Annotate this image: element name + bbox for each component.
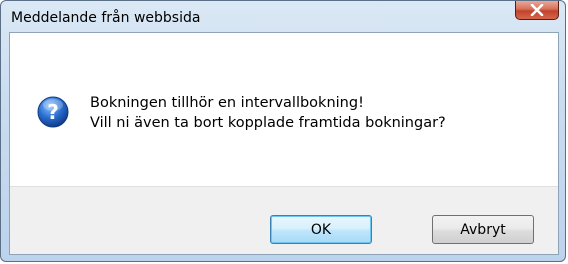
message-text: Bokningen tillhör en intervallbokning! V…	[90, 93, 446, 133]
ok-button[interactable]: OK	[270, 215, 372, 244]
message-line-1: Bokningen tillhör en intervallbokning!	[90, 95, 364, 111]
message-area: ? Bokningen tillhör en intervallbokning!…	[10, 33, 558, 186]
dialog-body: ? Bokningen tillhör en intervallbokning!…	[9, 32, 559, 255]
close-button[interactable]	[515, 1, 559, 20]
close-icon	[530, 4, 544, 16]
svg-text:?: ?	[47, 100, 59, 124]
cancel-button[interactable]: Avbryt	[432, 215, 534, 244]
button-bar: OK Avbryt	[10, 186, 558, 254]
title-bar[interactable]: Meddelande från webbsida	[1, 1, 565, 35]
dialog-window: Meddelande från webbsida ? Bokningen til…	[0, 0, 566, 262]
message-line-2: Vill ni även ta bort kopplade framtida b…	[90, 115, 446, 131]
question-icon: ?	[37, 96, 69, 128]
window-title: Meddelande från webbsida	[11, 10, 201, 26]
